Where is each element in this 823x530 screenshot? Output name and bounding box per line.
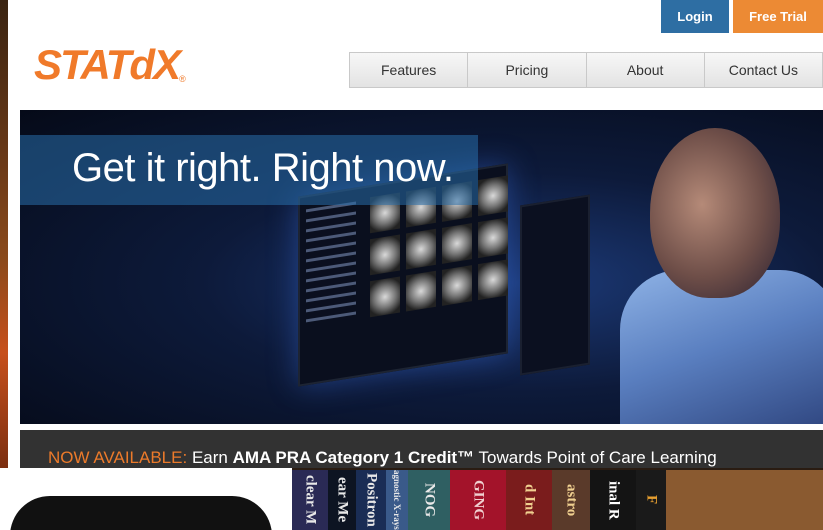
page: Diagnostic Login Free Trial STATdX ® Fea… [0, 0, 823, 530]
announcement-banner[interactable]: NOW AVAILABLE: Earn AMA PRA Category 1 C… [20, 430, 823, 468]
top-bar: Login Free Trial [661, 0, 823, 33]
hero-headline: Get it right. Right now. [72, 146, 454, 190]
device-image [10, 496, 272, 530]
book-spine: d Int [506, 470, 552, 530]
book-spine: Positron [356, 470, 386, 530]
book-spine: F [636, 470, 666, 530]
website-container: Login Free Trial STATdX ® Features Prici… [8, 0, 823, 468]
book-spine: ear Me [328, 470, 356, 530]
nav-pricing[interactable]: Pricing [468, 53, 587, 87]
book-spine: inal R [590, 470, 636, 530]
free-trial-button[interactable]: Free Trial [733, 0, 823, 33]
book-spine: GING [450, 470, 506, 530]
background-books: clear Mear Me Positron agnostic X-rays NOG G… [292, 470, 823, 530]
book-spine: NOG [408, 470, 450, 530]
now-available-label: NOW AVAILABLE: [48, 448, 188, 467]
banner-rest: Towards Point of Care Learning [478, 448, 717, 467]
nav-about[interactable]: About [587, 53, 705, 87]
logo-text: STATdX [34, 41, 181, 88]
banner-earn: Earn [191, 448, 228, 467]
book-spine: astro [552, 470, 590, 530]
second-monitor-image [520, 194, 590, 376]
login-button[interactable]: Login [661, 0, 729, 33]
book-spine [666, 470, 823, 530]
book-spine: agnostic X-rays [386, 470, 408, 530]
logo-registered-mark: ® [179, 74, 186, 84]
banner-credit: AMA PRA Category 1 Credit™ [232, 448, 475, 467]
banner-text: NOW AVAILABLE: Earn AMA PRA Category 1 C… [48, 448, 717, 468]
doctor-head-image [650, 128, 780, 298]
book-spine: clear M [292, 470, 328, 530]
hero-banner: Get it right. Right now. [20, 110, 823, 424]
main-nav: Features Pricing About Contact Us [349, 52, 823, 88]
nav-features[interactable]: Features [350, 53, 469, 87]
nav-contact-us[interactable]: Contact Us [705, 53, 822, 87]
statdx-logo[interactable]: STATdX ® [34, 40, 186, 90]
